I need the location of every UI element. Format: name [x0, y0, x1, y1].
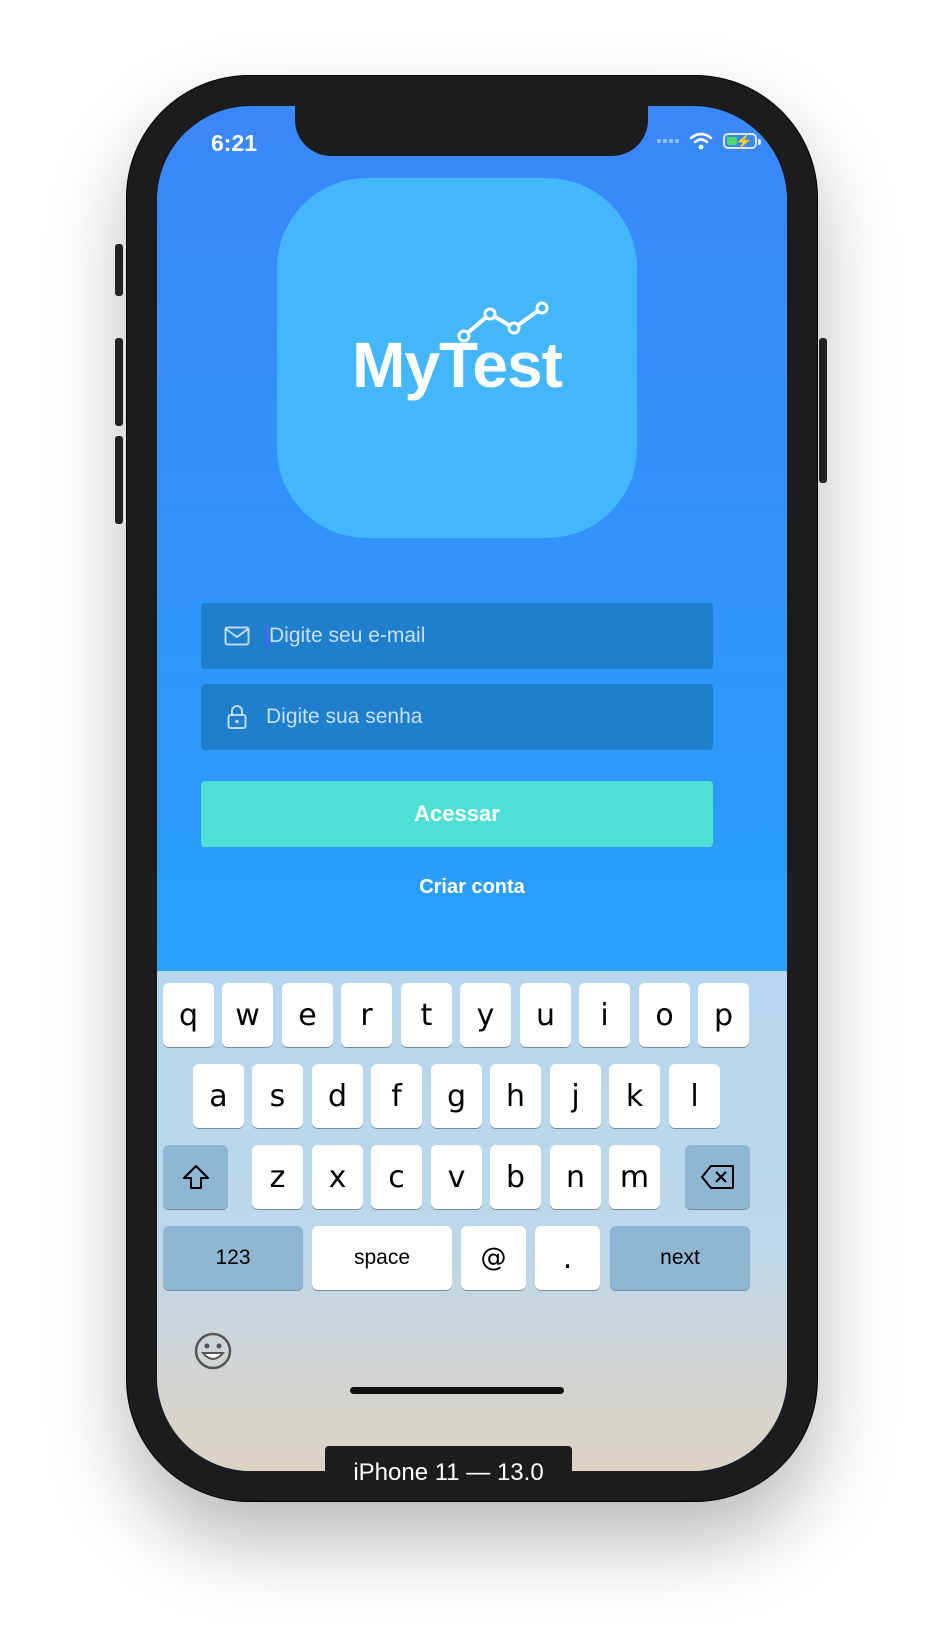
next-key[interactable]: next	[610, 1226, 750, 1290]
app-screen: 6:21 ⚡ MyTest Digite seu e-mail Digite s…	[157, 106, 787, 1471]
space-key[interactable]: space	[312, 1226, 452, 1290]
create-account-link[interactable]: Criar conta	[157, 876, 787, 899]
shift-icon	[182, 1165, 209, 1189]
wifi-icon	[689, 132, 713, 150]
status-icons: ⚡	[657, 132, 761, 150]
lock-icon	[223, 704, 251, 730]
backspace-key[interactable]	[685, 1145, 750, 1209]
key-e[interactable]: e	[282, 983, 333, 1047]
password-placeholder: Digite sua senha	[266, 705, 423, 728]
email-field[interactable]: Digite seu e-mail	[201, 603, 713, 669]
iphone-frame: 6:21 ⚡ MyTest Digite seu e-mail Digite s…	[115, 76, 827, 1501]
key-g[interactable]: g	[431, 1064, 482, 1128]
key-y[interactable]: y	[460, 983, 511, 1047]
key-i[interactable]: i	[579, 983, 630, 1047]
key-s[interactable]: s	[252, 1064, 303, 1128]
numbers-key[interactable]: 123	[163, 1226, 303, 1290]
mail-icon	[223, 626, 251, 646]
dot-key[interactable]: .	[535, 1226, 600, 1290]
key-v[interactable]: v	[431, 1145, 482, 1209]
key-z[interactable]: z	[252, 1145, 303, 1209]
power-button	[819, 338, 827, 483]
notch	[295, 106, 648, 156]
battery-icon: ⚡	[723, 133, 761, 149]
volume-down-button	[115, 436, 123, 524]
key-t[interactable]: t	[401, 983, 452, 1047]
key-j[interactable]: j	[550, 1064, 601, 1128]
key-r[interactable]: r	[341, 983, 392, 1047]
key-o[interactable]: o	[639, 983, 690, 1047]
status-time: 6:21	[211, 130, 258, 156]
shift-key[interactable]	[163, 1145, 228, 1209]
key-f[interactable]: f	[371, 1064, 422, 1128]
key-a[interactable]: a	[193, 1064, 244, 1128]
key-p[interactable]: p	[698, 983, 749, 1047]
app-logo: MyTest	[277, 178, 637, 538]
simulator-device-label: iPhone 11 — 13.0	[325, 1446, 572, 1499]
email-placeholder: Digite seu e-mail	[269, 624, 426, 647]
key-n[interactable]: n	[550, 1145, 601, 1209]
keyboard: q w e r t y u i o p a s d f g h j k l z …	[157, 971, 787, 1471]
backspace-icon	[700, 1165, 734, 1189]
key-l[interactable]: l	[669, 1064, 720, 1128]
mute-switch	[115, 244, 123, 296]
at-key[interactable]: @	[461, 1226, 526, 1290]
key-q[interactable]: q	[163, 983, 214, 1047]
volume-up-button	[115, 338, 123, 426]
key-d[interactable]: d	[312, 1064, 363, 1128]
emoji-button[interactable]	[193, 1331, 233, 1376]
key-x[interactable]: x	[312, 1145, 363, 1209]
key-h[interactable]: h	[490, 1064, 541, 1128]
key-c[interactable]: c	[371, 1145, 422, 1209]
logo-wordmark: MyTest	[352, 329, 563, 401]
key-u[interactable]: u	[520, 983, 571, 1047]
emoji-icon	[194, 1332, 232, 1370]
login-button[interactable]: Acessar	[201, 781, 713, 847]
home-indicator[interactable]	[350, 1387, 564, 1394]
key-k[interactable]: k	[609, 1064, 660, 1128]
key-w[interactable]: w	[222, 983, 273, 1047]
key-b[interactable]: b	[490, 1145, 541, 1209]
text-cursor	[266, 625, 268, 648]
cellular-signal-icon	[657, 139, 679, 143]
key-m[interactable]: m	[609, 1145, 660, 1209]
password-field[interactable]: Digite sua senha	[201, 684, 713, 750]
